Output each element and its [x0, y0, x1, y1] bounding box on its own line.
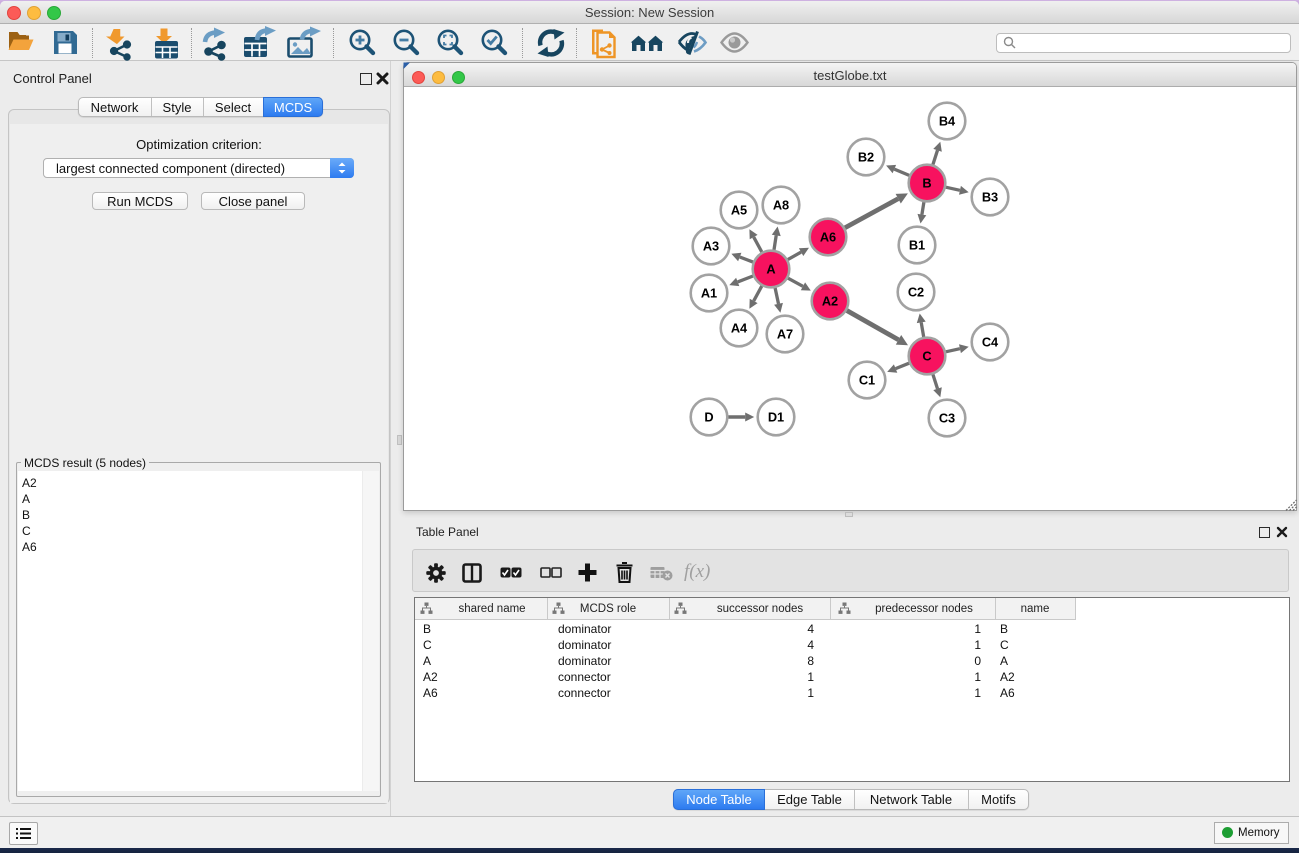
svg-text:D1: D1: [768, 410, 784, 425]
svg-text:A1: A1: [701, 286, 717, 301]
svg-text:B: B: [922, 176, 931, 191]
svg-text:A6: A6: [820, 230, 836, 245]
svg-text:B1: B1: [909, 238, 925, 253]
svg-text:A5: A5: [731, 203, 747, 218]
svg-text:A: A: [766, 262, 775, 277]
svg-text:C3: C3: [939, 411, 955, 426]
svg-text:B4: B4: [939, 114, 956, 129]
svg-text:A2: A2: [822, 294, 838, 309]
svg-text:A8: A8: [773, 198, 789, 213]
svg-text:C1: C1: [859, 373, 875, 388]
svg-text:C4: C4: [982, 335, 999, 350]
svg-text:A7: A7: [777, 327, 793, 342]
svg-text:C: C: [922, 349, 931, 364]
svg-text:D: D: [704, 410, 713, 425]
svg-text:C2: C2: [908, 285, 924, 300]
svg-text:A4: A4: [731, 321, 748, 336]
svg-text:B3: B3: [982, 190, 998, 205]
svg-text:B2: B2: [858, 150, 874, 165]
svg-text:A3: A3: [703, 239, 719, 254]
